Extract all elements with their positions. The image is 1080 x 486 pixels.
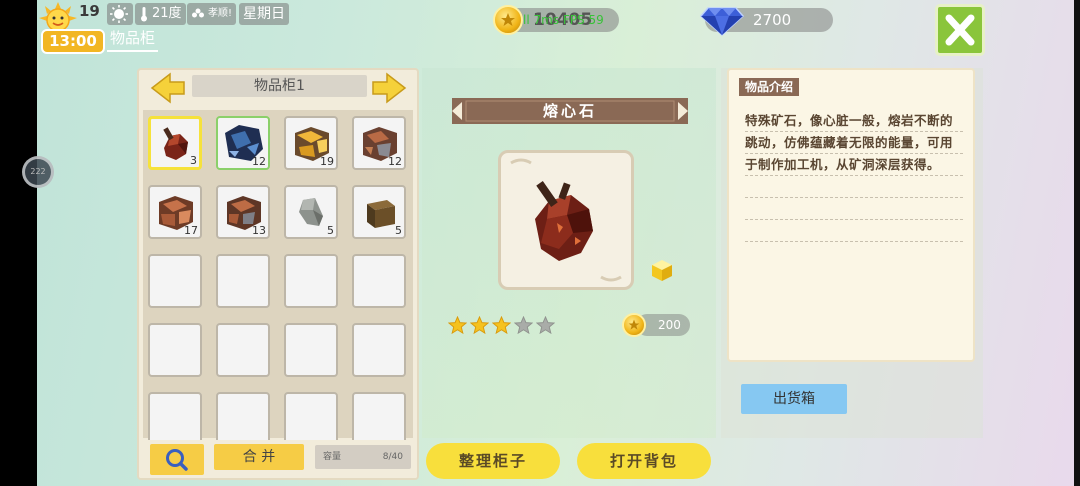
inventory-panel: 物品柜1 3 12 19 12 17 13 5 5 合 并 容量 8/40	[137, 68, 419, 480]
flower-icon	[192, 8, 204, 18]
item-count: 3	[190, 154, 197, 167]
day-number: 19	[79, 2, 100, 20]
capacity-indicator: 容量 8/40	[315, 445, 411, 469]
rarity-stars	[448, 316, 555, 335]
coin-icon	[493, 5, 523, 35]
mood-chip: 孝顺!	[187, 3, 237, 25]
next-cabinet-arrow-icon[interactable]	[371, 72, 407, 104]
temperature-chip: 21度	[135, 3, 186, 25]
star-empty-icon	[514, 316, 533, 335]
item-name-banner: 熔心石	[452, 98, 688, 124]
item-count: 19	[320, 155, 334, 168]
inventory-slot-empty[interactable]	[284, 254, 338, 308]
star-filled-icon	[470, 316, 489, 335]
sunny-weather-icon	[110, 5, 128, 23]
close-icon	[945, 14, 975, 46]
shipping-box-button[interactable]: 出货箱	[741, 384, 847, 414]
sun-icon	[39, 2, 77, 32]
inventory-slot[interactable]: 12	[216, 116, 270, 170]
open-backpack-button[interactable]: 打开背包	[577, 443, 711, 479]
inventory-slot-empty[interactable]	[352, 254, 406, 308]
inventory-slot[interactable]: 13	[216, 185, 270, 239]
item-name: 熔心石	[542, 102, 597, 120]
inventory-slot-empty[interactable]	[216, 323, 270, 377]
close-button[interactable]	[935, 4, 985, 56]
item-count: 5	[327, 224, 334, 237]
inventory-slot-empty[interactable]	[148, 323, 202, 377]
fps-overlay: ll 7ms FPS 59	[523, 13, 604, 27]
search-button[interactable]	[150, 444, 204, 475]
inventory-slot-empty[interactable]	[352, 323, 406, 377]
clock-time: 13:00	[41, 29, 105, 54]
thermometer-icon	[141, 7, 147, 22]
inventory-slot-empty[interactable]	[148, 392, 202, 446]
star-filled-icon	[492, 316, 511, 335]
description-card: 物品介绍 特殊矿石，像心脏一般，熔岩不断的跳动，仿佛蕴藏着无限的能量，可用于制作…	[727, 68, 975, 362]
inventory-slot-empty[interactable]	[284, 323, 338, 377]
inventory-slot-empty[interactable]	[216, 392, 270, 446]
yellow-cube-icon[interactable]	[650, 258, 674, 282]
inventory-slot[interactable]: 19	[284, 116, 338, 170]
inventory-grid: 3 12 19 12 17 13 5 5	[143, 110, 413, 446]
mood-text: 孝顺!	[208, 8, 233, 19]
star-filled-icon	[448, 316, 467, 335]
sell-price-value: 200	[658, 318, 681, 332]
day-time-badge: 19 13:00	[39, 0, 105, 54]
price-coin-icon	[622, 313, 646, 337]
inventory-slot[interactable]: 12	[352, 116, 406, 170]
inventory-slot-empty[interactable]	[352, 392, 406, 446]
capacity-label: 容量	[323, 452, 342, 462]
description-text: 特殊矿石，像心脏一般，熔岩不断的跳动，仿佛蕴藏着无限的能量，可用于制作加工机，从…	[745, 113, 954, 172]
item-detail-panel: 熔心石 200	[422, 68, 716, 438]
item-count: 12	[388, 155, 402, 168]
search-icon	[166, 449, 188, 471]
capacity-value: 8/40	[382, 452, 403, 462]
top-status-bar: 19 13:00 21度 孝顺! 星期日 物品柜 10405 ll 7ms FP…	[37, 0, 1074, 56]
item-preview-frame	[498, 150, 634, 290]
floating-assist-button[interactable]: 222	[22, 156, 54, 188]
star-empty-icon	[536, 316, 555, 335]
merge-button[interactable]: 合 并	[214, 444, 304, 470]
cabinet-title: 物品柜1	[192, 75, 367, 97]
item-count: 5	[395, 224, 402, 237]
weekday-chip: 星期日	[239, 3, 289, 25]
inventory-slot-empty[interactable]	[216, 254, 270, 308]
inventory-slot-empty[interactable]	[148, 254, 202, 308]
inventory-slot[interactable]: 17	[148, 185, 202, 239]
right-screen-bezel	[1074, 0, 1080, 486]
temperature-value: 21度	[152, 6, 182, 21]
inventory-toolbar: 合 并 容量 8/40	[139, 440, 417, 478]
inventory-slot[interactable]: 5	[352, 185, 406, 239]
magma-heart-stone-icon	[510, 158, 622, 282]
inventory-slot-empty[interactable]	[284, 392, 338, 446]
inventory-slot[interactable]: 3	[148, 116, 202, 170]
organize-cabinet-button[interactable]: 整理柜子	[426, 443, 560, 479]
item-count: 13	[252, 224, 266, 237]
tab-item-cabinet[interactable]: 物品柜	[107, 26, 159, 52]
description-tag: 物品介绍	[739, 78, 800, 96]
prev-cabinet-arrow-icon[interactable]	[150, 72, 186, 104]
item-count: 12	[252, 155, 266, 168]
inventory-slot[interactable]: 5	[284, 185, 338, 239]
gem-value: 2700	[753, 11, 792, 29]
description-panel: 物品介绍 特殊矿石，像心脏一般，熔岩不断的跳动，仿佛蕴藏着无限的能量，可用于制作…	[721, 68, 983, 438]
item-count: 17	[184, 224, 198, 237]
weather-chip	[107, 3, 133, 25]
left-screen-bezel	[0, 0, 37, 486]
diamond-icon	[700, 7, 744, 36]
